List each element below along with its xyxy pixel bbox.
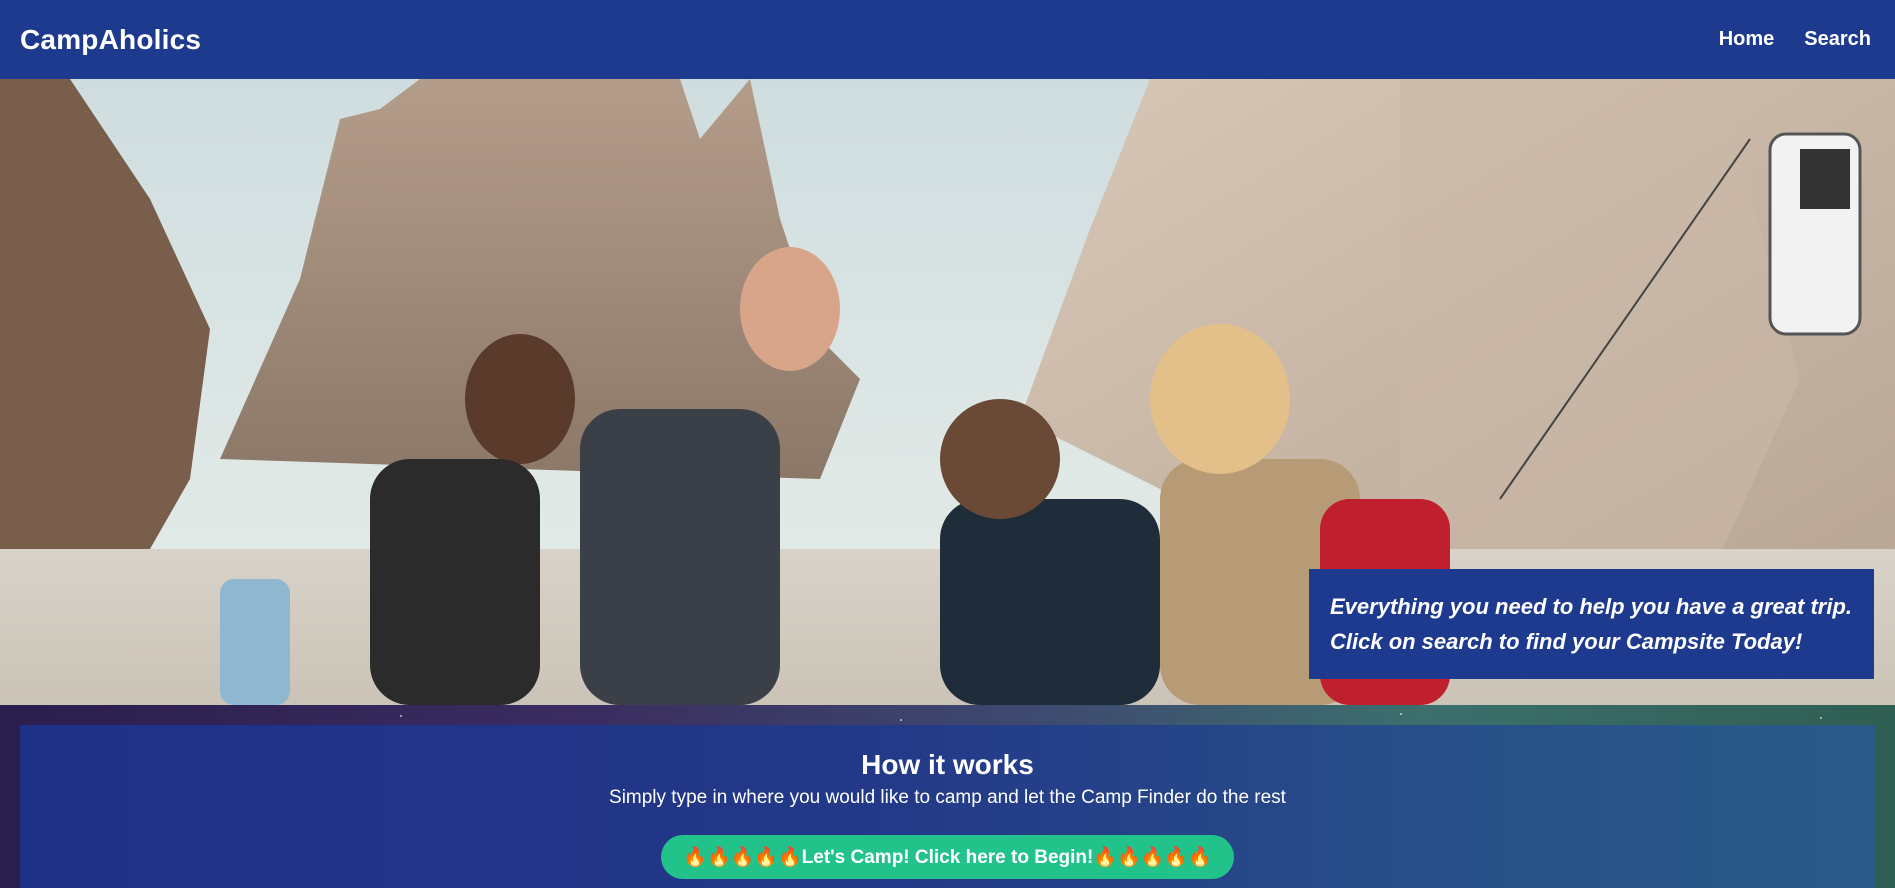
star-decoration bbox=[1820, 717, 1822, 719]
star-decoration bbox=[900, 719, 902, 721]
star-decoration bbox=[1400, 713, 1402, 715]
begin-camp-button[interactable]: 🔥🔥🔥🔥🔥Let's Camp! Click here to Begin!🔥🔥🔥… bbox=[661, 835, 1234, 879]
how-it-works-title: How it works bbox=[861, 749, 1034, 780]
tagline-line-2: Click on search to find your Campsite To… bbox=[1330, 629, 1803, 654]
how-it-works-section: How it works Simply type in where you wo… bbox=[0, 705, 1895, 888]
hero-tagline: Everything you need to help you have a g… bbox=[1309, 569, 1874, 679]
how-it-works-card: How it works Simply type in where you wo… bbox=[20, 725, 1875, 888]
nav-search-link[interactable]: Search bbox=[1804, 28, 1871, 51]
nav-home-link[interactable]: Home bbox=[1719, 28, 1775, 51]
tagline-line-1: Everything you need to help you have a g… bbox=[1330, 594, 1852, 619]
navbar: CampAholics Home Search bbox=[0, 0, 1895, 79]
star-decoration bbox=[400, 715, 402, 717]
nav-links: Home Search bbox=[1719, 28, 1875, 51]
how-it-works-subtitle: Simply type in where you would like to c… bbox=[609, 787, 1286, 808]
brand-logo[interactable]: CampAholics bbox=[20, 24, 201, 56]
